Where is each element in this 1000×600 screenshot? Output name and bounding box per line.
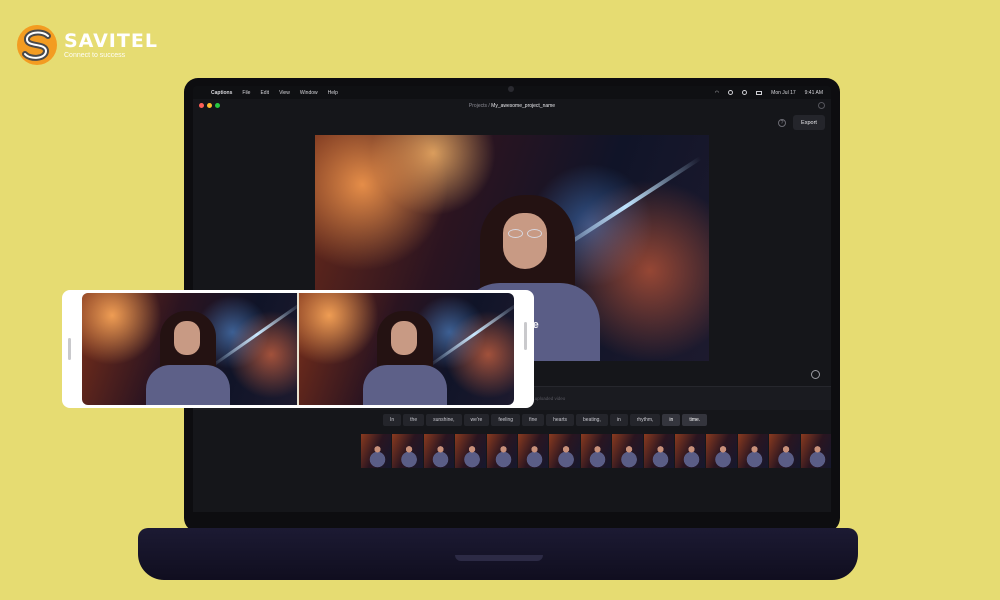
film-frame bbox=[518, 434, 549, 468]
film-frame bbox=[423, 434, 455, 468]
film-frame bbox=[455, 434, 486, 468]
phone-video-frame bbox=[82, 293, 297, 405]
film-frame bbox=[580, 434, 612, 468]
laptop-base bbox=[138, 528, 858, 580]
question-icon[interactable]: ? bbox=[778, 119, 786, 127]
caption-word[interactable]: we're bbox=[463, 414, 490, 426]
brand-logo: SAVITEL Connect to success bbox=[16, 24, 158, 66]
caption-word-active[interactable]: time. bbox=[682, 414, 708, 426]
breadcrumb-root[interactable]: Projects / bbox=[469, 103, 490, 109]
logo-mark-icon bbox=[16, 24, 58, 66]
account-icon[interactable] bbox=[818, 102, 825, 109]
caption-word[interactable]: beating, bbox=[576, 414, 608, 426]
title-bar: Projects / My_awesome_project_name bbox=[193, 99, 831, 112]
menu-file[interactable]: File bbox=[242, 90, 250, 96]
menubar-time: 9:41 AM bbox=[804, 89, 823, 96]
caption-word[interactable]: feeling bbox=[491, 414, 521, 426]
breadcrumb-project: My_awesome_project_name bbox=[491, 102, 556, 109]
wifi-icon[interactable]: ◠ bbox=[715, 90, 719, 96]
menu-help[interactable]: Help bbox=[328, 90, 338, 96]
film-frame bbox=[737, 434, 769, 468]
phone-side-button bbox=[524, 322, 527, 350]
film-frame bbox=[361, 434, 392, 468]
film-frame bbox=[612, 434, 643, 468]
breadcrumb: Projects / My_awesome_project_name bbox=[193, 103, 831, 109]
brand-name: SAVITEL bbox=[64, 29, 158, 52]
control-center-icon[interactable] bbox=[756, 90, 763, 95]
menu-edit[interactable]: Edit bbox=[260, 90, 269, 96]
caption-word[interactable]: rhythm, bbox=[629, 414, 661, 426]
video-filmstrip[interactable] bbox=[361, 434, 831, 468]
preview-settings-icon[interactable] bbox=[811, 370, 820, 379]
phone-speaker bbox=[68, 338, 71, 360]
caption-word[interactable]: the bbox=[403, 414, 425, 426]
film-frame bbox=[800, 434, 831, 468]
user-icon[interactable] bbox=[742, 90, 748, 95]
menu-view[interactable]: View bbox=[279, 90, 290, 96]
toolbar: ? Export bbox=[193, 112, 831, 134]
caption-word[interactable]: In bbox=[383, 414, 402, 426]
menubar-date: Mon Jul 17 bbox=[771, 89, 796, 96]
menu-app-name[interactable]: Captions bbox=[211, 90, 232, 96]
caption-word[interactable]: hearts bbox=[546, 414, 575, 426]
caption-word[interactable]: fine bbox=[522, 414, 545, 426]
glasses-shape bbox=[505, 229, 545, 239]
film-frame bbox=[486, 434, 518, 468]
caption-word-active[interactable]: in bbox=[662, 414, 681, 426]
search-icon[interactable] bbox=[728, 90, 734, 95]
film-frame bbox=[549, 434, 580, 468]
menu-window[interactable]: Window bbox=[300, 90, 318, 96]
brand-tagline: Connect to success bbox=[64, 51, 126, 59]
caption-word[interactable]: in bbox=[609, 414, 628, 426]
film-frame bbox=[706, 434, 737, 468]
film-frame bbox=[769, 434, 800, 468]
export-button[interactable]: Export bbox=[793, 115, 825, 130]
timeline-placeholder: ...uploaded video bbox=[531, 396, 566, 401]
film-frame bbox=[675, 434, 706, 468]
camera-icon bbox=[508, 86, 514, 92]
film-frame bbox=[643, 434, 675, 468]
caption-words: In the sunshine, we're feeling fine hear… bbox=[383, 414, 708, 426]
laptop-notch bbox=[455, 555, 543, 561]
phone-screen bbox=[82, 293, 514, 405]
film-frame bbox=[392, 434, 423, 468]
phone-video-frame bbox=[297, 293, 514, 405]
caption-word[interactable]: sunshine, bbox=[426, 414, 462, 426]
